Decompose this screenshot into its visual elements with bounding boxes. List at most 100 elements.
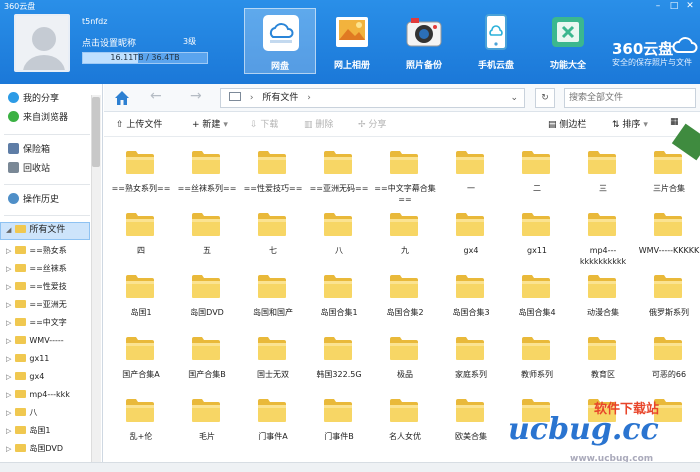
- tree-item[interactable]: ▷ ==丝袜系: [6, 260, 67, 277]
- sidebar-item-my-shares[interactable]: 我的分享: [8, 91, 59, 107]
- path-root[interactable]: 所有文件: [262, 93, 298, 103]
- tree-item[interactable]: ▷ ==亚洲无: [6, 296, 67, 313]
- tree-item[interactable]: ▷ gx4: [6, 368, 44, 385]
- folder-item[interactable]: 岛国合集3: [438, 269, 504, 335]
- folder-item[interactable]: 乱+伦: [108, 393, 174, 459]
- folder-icon: [15, 390, 27, 398]
- folder-item[interactable]: 国产合集B: [174, 331, 240, 397]
- username: t5nfdz: [82, 17, 108, 26]
- folder-item[interactable]: 岛国1: [108, 269, 174, 335]
- tree-item[interactable]: ▷ 八: [6, 404, 37, 421]
- folder-item[interactable]: 岛国合集2: [372, 269, 438, 335]
- sidebar-scrollbar-thumb[interactable]: [92, 97, 100, 167]
- folder-item[interactable]: 九: [372, 207, 438, 273]
- tree-item[interactable]: ▷ 岛国DVD: [6, 440, 63, 457]
- chevron-right-icon: ▷: [6, 247, 12, 255]
- folder-name: 七: [269, 246, 277, 255]
- folder-item[interactable]: 岛国合集4: [504, 269, 570, 335]
- folder-item[interactable]: ==丝袜系列==: [174, 145, 240, 211]
- upload-icon: ⇧: [116, 120, 124, 130]
- view-grid-button[interactable]: ▦: [670, 117, 679, 127]
- tree-item[interactable]: ▷ ==性爱技: [6, 278, 67, 295]
- nav-cloud-drive[interactable]: 网盘: [244, 8, 316, 74]
- folder-item[interactable]: ==亚洲无码==: [306, 145, 372, 211]
- path-box[interactable]: › 所有文件 › ⌄: [220, 88, 525, 108]
- avatar[interactable]: [14, 14, 70, 72]
- folder-name: 门事件B: [324, 432, 354, 441]
- sidebar-item-from-browser[interactable]: 来自浏览器: [8, 110, 68, 126]
- folder-name: 岛国合集1: [320, 308, 358, 317]
- tree-item[interactable]: ▷ mp4---kkk: [6, 386, 70, 403]
- folder-item[interactable]: 国士无双: [240, 331, 306, 397]
- folder-item[interactable]: 动漫合集: [570, 269, 636, 335]
- folder-icon: [191, 397, 221, 423]
- download-button[interactable]: ⇩ 下载: [250, 117, 278, 130]
- folder-item[interactable]: 家庭系列: [438, 331, 504, 397]
- back-arrow-icon[interactable]: ←: [150, 88, 162, 104]
- folder-item[interactable]: WMV-----KKKKK: [636, 207, 700, 273]
- forward-arrow-icon[interactable]: →: [190, 88, 202, 104]
- folder-item[interactable]: mp4---kkkkkkkkkk: [570, 207, 636, 273]
- folder-item[interactable]: 二: [504, 145, 570, 211]
- tree-item[interactable]: ▷ ==中文字: [6, 314, 67, 331]
- sidebar-toggle-button[interactable]: ▤ 侧边栏: [548, 117, 586, 130]
- folder-item[interactable]: 岛国合集1: [306, 269, 372, 335]
- folder-item[interactable]: gx11: [504, 207, 570, 273]
- folder-item[interactable]: 三: [570, 145, 636, 211]
- set-nickname-link[interactable]: 点击设置昵称: [82, 36, 136, 49]
- folder-item[interactable]: ==熟女系列==: [108, 145, 174, 211]
- delete-button[interactable]: ▥ 删除: [304, 117, 333, 130]
- folder-item[interactable]: 四: [108, 207, 174, 273]
- folder-item[interactable]: 岛国DVD: [174, 269, 240, 335]
- new-button[interactable]: + 新建 ▾: [192, 117, 228, 130]
- folder-icon: [521, 211, 551, 237]
- maximize-icon[interactable]: □: [667, 0, 681, 12]
- folder-item[interactable]: 七: [240, 207, 306, 273]
- folder-item[interactable]: ==性爱技巧==: [240, 145, 306, 211]
- folder-item[interactable]: 一: [438, 145, 504, 211]
- photo-album-icon: [336, 17, 368, 47]
- folder-item[interactable]: 五: [174, 207, 240, 273]
- folder-icon: [455, 273, 485, 299]
- nav-photo-album[interactable]: 网上相册: [316, 8, 388, 74]
- nav-all-features[interactable]: 功能大全: [532, 8, 604, 74]
- path-dropdown-icon[interactable]: ⌄: [510, 89, 518, 107]
- share-button[interactable]: ✢ 分享: [358, 117, 386, 130]
- folder-icon: [125, 335, 155, 361]
- refresh-icon[interactable]: ↻: [535, 88, 555, 108]
- search-input[interactable]: [564, 88, 696, 108]
- folder-item[interactable]: 岛国和国产: [240, 269, 306, 335]
- folder-item[interactable]: 毛片: [174, 393, 240, 459]
- folder-item[interactable]: 教育区: [570, 331, 636, 397]
- sidebar-item-history[interactable]: 操作历史: [8, 192, 59, 208]
- nav-mobile-drive[interactable]: 手机云盘: [460, 8, 532, 74]
- folder-icon: [15, 225, 27, 233]
- nav-photo-backup[interactable]: 照片备份: [388, 8, 460, 74]
- sidebar-item-safe[interactable]: 保险箱: [8, 142, 50, 158]
- folder-item[interactable]: 极品: [372, 331, 438, 397]
- chevron-right-icon: ▷: [6, 319, 12, 327]
- close-icon[interactable]: ✕: [683, 0, 697, 12]
- folder-item[interactable]: 可恶的66: [636, 331, 700, 397]
- folder-item[interactable]: 八: [306, 207, 372, 273]
- tree-item[interactable]: ▷ 岛国1: [6, 422, 50, 439]
- folder-item[interactable]: ==中文字幕合集==: [372, 145, 438, 211]
- home-icon[interactable]: [112, 88, 132, 108]
- folder-item[interactable]: gx4: [438, 207, 504, 273]
- folder-item[interactable]: 教师系列: [504, 331, 570, 397]
- folder-item[interactable]: 门事件B: [306, 393, 372, 459]
- folder-item[interactable]: 名人女优: [372, 393, 438, 459]
- folder-item[interactable]: 俄罗斯系列: [636, 269, 700, 335]
- sidebar-item-recycle-bin[interactable]: 回收站: [8, 161, 50, 177]
- folder-item[interactable]: 门事件A: [240, 393, 306, 459]
- minimize-icon[interactable]: –: [651, 0, 665, 12]
- folder-item[interactable]: 国产合集A: [108, 331, 174, 397]
- folder-item[interactable]: 欧美合集: [438, 393, 504, 459]
- tree-item[interactable]: ▷ WMV-----: [6, 332, 64, 349]
- tree-item[interactable]: ▷ gx11: [6, 350, 49, 367]
- tree-item[interactable]: ▷ ==熟女系: [6, 242, 67, 259]
- tree-root-label[interactable]: ◢ 所有文件: [6, 222, 65, 239]
- folder-item[interactable]: 韩国322.5G: [306, 331, 372, 397]
- sort-button[interactable]: ⇅ 排序 ▾: [612, 117, 648, 130]
- upload-button[interactable]: ⇧ 上传文件: [116, 117, 162, 130]
